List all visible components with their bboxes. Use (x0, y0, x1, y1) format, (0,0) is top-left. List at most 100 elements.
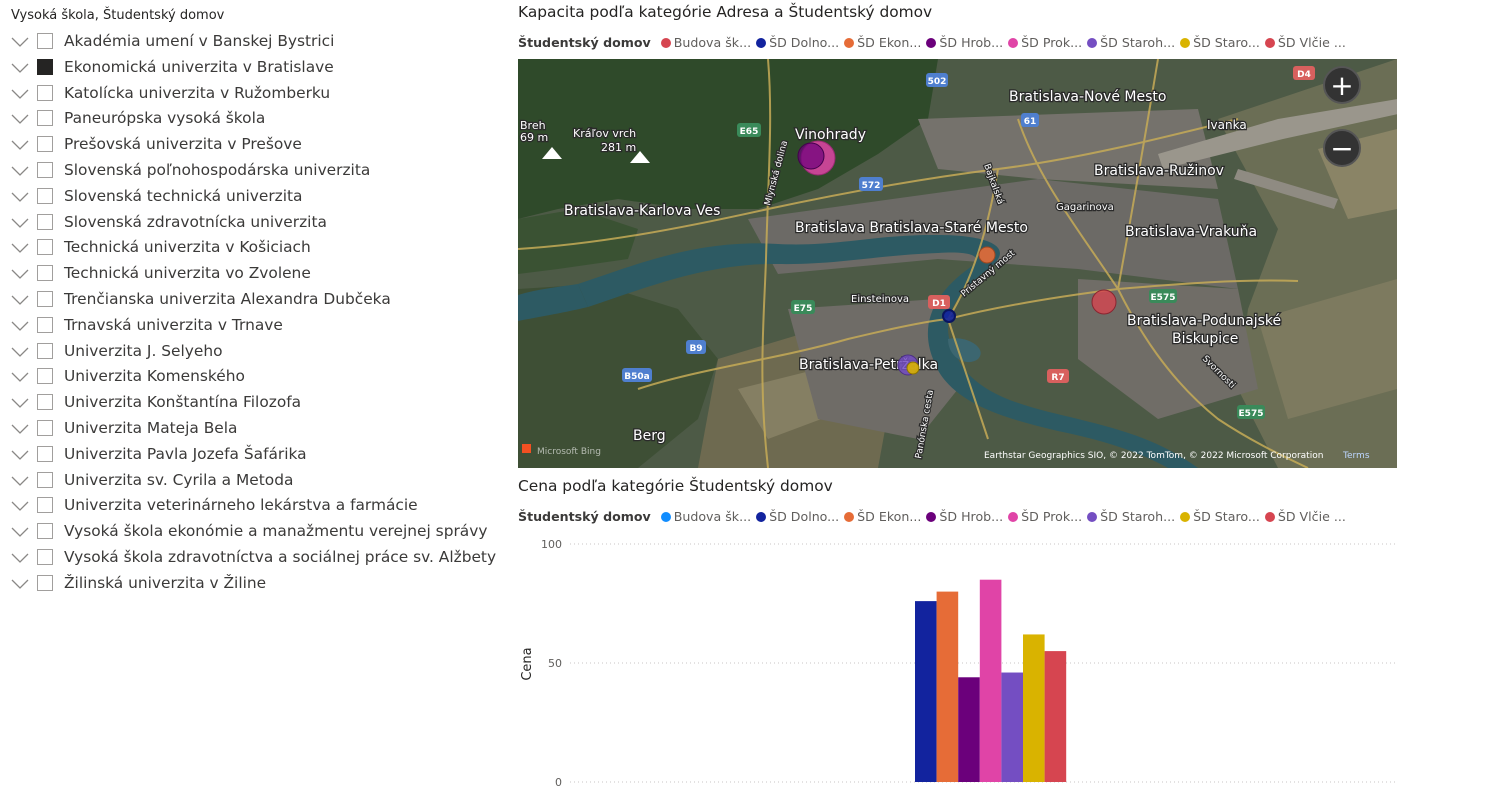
slicer-item[interactable]: Univerzita Komenského (0, 366, 505, 392)
legend-item[interactable]: ŠD Dolno... (756, 35, 839, 50)
chevron-down-icon[interactable] (10, 577, 30, 591)
slicer-checkbox[interactable] (37, 58, 53, 75)
legend-item[interactable]: ŠD Dolno... (756, 509, 839, 524)
bubble-sd-dolno[interactable] (942, 309, 956, 323)
chevron-down-icon[interactable] (10, 241, 30, 255)
chevron-down-icon[interactable] (10, 474, 30, 488)
slicer-checkbox[interactable] (37, 84, 53, 101)
slicer-item[interactable]: Univerzita sv. Cyrila a Metoda (0, 470, 505, 496)
bar[interactable] (979, 579, 1002, 782)
chevron-down-icon[interactable] (10, 267, 30, 281)
legend-item[interactable]: ŠD Ekon... (844, 35, 921, 50)
slicer-item[interactable]: Technická univerzita vo Zvolene (0, 263, 505, 289)
legend-item[interactable]: ŠD Hrob... (926, 35, 1003, 50)
slicer-checkbox[interactable] (37, 342, 53, 359)
bubble-sd-ekon[interactable] (978, 246, 996, 264)
bar[interactable] (915, 601, 937, 782)
chevron-down-icon[interactable] (10, 35, 30, 49)
chevron-down-icon[interactable] (10, 216, 30, 230)
slicer-item[interactable]: Univerzita J. Selyeho (0, 341, 505, 367)
slicer-checkbox[interactable] (37, 110, 53, 127)
bar[interactable] (958, 677, 980, 782)
legend-item[interactable]: ŠD Prok... (1008, 35, 1082, 50)
legend-item[interactable]: ŠD Staroh... (1087, 35, 1175, 50)
zoom-in-button[interactable]: + (1323, 66, 1361, 104)
slicer-item[interactable]: Slovenská poľnohospodárska univerzita (0, 160, 505, 186)
slicer-item[interactable]: Univerzita Pavla Jozefa Šafárika (0, 444, 505, 470)
bar[interactable] (936, 591, 959, 782)
slicer-checkbox[interactable] (37, 394, 53, 411)
slicer-checkbox[interactable] (37, 265, 53, 282)
chevron-down-icon[interactable] (10, 319, 30, 333)
legend-item[interactable]: ŠD Hrob... (926, 509, 1003, 524)
chevron-down-icon[interactable] (10, 61, 30, 75)
slicer-item[interactable]: Slovenská zdravotnícka univerzita (0, 212, 505, 238)
slicer-checkbox[interactable] (37, 419, 53, 436)
legend-item[interactable]: ŠD Ekon... (844, 509, 921, 524)
slicer-checkbox[interactable] (37, 316, 53, 333)
chevron-down-icon[interactable] (10, 164, 30, 178)
slicer-checkbox[interactable] (37, 187, 53, 204)
slicer-item-label: Trnavská univerzita v Trnave (64, 315, 283, 334)
slicer-item[interactable]: Vysoká škola zdravotníctva a sociálnej p… (0, 547, 505, 573)
slicer-item[interactable]: Univerzita Mateja Bela (0, 418, 505, 444)
slicer-item[interactable]: Žilinská univerzita v Žiline (0, 573, 505, 599)
slicer-checkbox[interactable] (37, 497, 53, 514)
slicer-checkbox[interactable] (37, 290, 53, 307)
bar[interactable] (1001, 672, 1023, 782)
legend-item[interactable]: Budova šk... (660, 35, 751, 50)
slicer-item[interactable]: Akadémia umení v Banskej Bystrici (0, 31, 505, 57)
slicer-checkbox[interactable] (37, 471, 53, 488)
chevron-down-icon[interactable] (10, 499, 30, 513)
chevron-down-icon[interactable] (10, 112, 30, 126)
chevron-down-icon[interactable] (10, 138, 30, 152)
slicer-checkbox[interactable] (37, 161, 53, 178)
slicer-item[interactable]: Univerzita Konštantína Filozofa (0, 392, 505, 418)
slicer-item[interactable]: Slovenská technická univerzita (0, 186, 505, 212)
legend-item[interactable]: Budova šk... (660, 509, 751, 524)
slicer-item-label: Univerzita Mateja Bela (64, 418, 238, 437)
slicer-item[interactable]: Trenčianska univerzita Alexandra Dubčeka (0, 289, 505, 315)
chevron-down-icon[interactable] (10, 87, 30, 101)
bubble-sd-staro[interactable] (906, 361, 920, 375)
slicer-item[interactable]: Paneurópska vysoká škola (0, 108, 505, 134)
slicer-item[interactable]: Prešovská univerzita v Prešove (0, 134, 505, 160)
chevron-down-icon[interactable] (10, 525, 30, 539)
legend-item[interactable]: ŠD Prok... (1008, 509, 1082, 524)
chevron-down-icon[interactable] (10, 396, 30, 410)
slicer-checkbox[interactable] (37, 548, 53, 565)
legend-item[interactable]: ŠD Vlčie ... (1264, 35, 1346, 50)
slicer-checkbox[interactable] (37, 445, 53, 462)
bar[interactable] (1023, 634, 1045, 782)
zoom-out-button[interactable]: − (1323, 129, 1361, 167)
slicer-item[interactable]: Ekonomická univerzita v Bratislave (0, 57, 505, 83)
slicer-checkbox[interactable] (37, 239, 53, 256)
legend-item[interactable]: ŠD Vlčie ... (1264, 509, 1346, 524)
slicer-item[interactable]: Univerzita veterinárneho lekárstva a far… (0, 495, 505, 521)
slicer-checkbox[interactable] (37, 523, 53, 540)
slicer-checkbox[interactable] (37, 574, 53, 591)
slicer-item[interactable]: Katolícka univerzita v Ružomberku (0, 83, 505, 109)
chevron-down-icon[interactable] (10, 293, 30, 307)
map-canvas[interactable]: 502 E65 61 572 D4 E75 D1 E575 B9 B50a R7… (518, 59, 1397, 468)
bubble-sd-hrob[interactable] (797, 142, 825, 170)
chevron-down-icon[interactable] (10, 370, 30, 384)
slicer-checkbox[interactable] (37, 368, 53, 385)
slicer-item[interactable]: Technická univerzita v Košiciach (0, 237, 505, 263)
legend-item[interactable]: ŠD Staroh... (1087, 509, 1175, 524)
slicer-item[interactable]: Vysoká škola ekonómie a manažmentu verej… (0, 521, 505, 547)
bubble-sd-vlcie[interactable] (1091, 289, 1117, 315)
legend-item[interactable]: ŠD Staro... (1180, 509, 1260, 524)
bar[interactable] (1044, 651, 1067, 782)
slicer-checkbox[interactable] (37, 33, 53, 49)
legend-item[interactable]: ŠD Staro... (1180, 35, 1260, 50)
chevron-down-icon[interactable] (10, 448, 30, 462)
chevron-down-icon[interactable] (10, 422, 30, 436)
chevron-down-icon[interactable] (10, 551, 30, 565)
slicer-checkbox[interactable] (37, 213, 53, 230)
slicer-checkbox[interactable] (37, 136, 53, 153)
chevron-down-icon[interactable] (10, 345, 30, 359)
bubble-map[interactable]: 502 E65 61 572 D4 E75 D1 E575 B9 B50a R7… (518, 59, 1397, 468)
chevron-down-icon[interactable] (10, 190, 30, 204)
slicer-item[interactable]: Trnavská univerzita v Trnave (0, 315, 505, 341)
